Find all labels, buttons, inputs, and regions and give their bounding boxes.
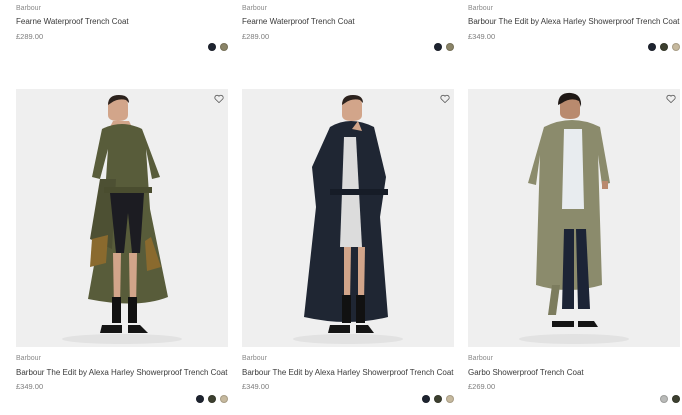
model-in-navy-trench-coat (293, 95, 403, 344)
color-swatches (434, 43, 454, 51)
product-price: £349.00 (242, 382, 270, 391)
product-name[interactable]: Barbour The Edit by Alexa Harley Showerp… (16, 367, 228, 379)
color-swatch[interactable] (220, 43, 228, 51)
color-swatch[interactable] (220, 395, 228, 403)
product-name[interactable]: Fearne Waterproof Trench Coat (242, 16, 355, 28)
product-image[interactable] (242, 89, 454, 347)
product-price: £269.00 (468, 382, 496, 391)
product-brand: Barbour (242, 5, 267, 12)
color-swatch[interactable] (208, 43, 216, 51)
model-in-olive-trench-coat (62, 95, 182, 344)
color-swatches (208, 43, 228, 51)
heart-outline-icon[interactable] (214, 94, 224, 104)
product-image[interactable] (468, 89, 680, 347)
product-price: £289.00 (16, 32, 44, 41)
product-name[interactable]: Barbour The Edit by Alexa Harley Showerp… (468, 16, 680, 28)
color-swatch[interactable] (446, 395, 454, 403)
product-brand: Barbour (242, 355, 267, 362)
product-brand: Barbour (468, 5, 493, 12)
color-swatch[interactable] (208, 395, 216, 403)
heart-outline-icon[interactable] (666, 94, 676, 104)
model-in-khaki-trench-coat (519, 92, 629, 344)
color-swatch[interactable] (660, 395, 668, 403)
color-swatch[interactable] (434, 43, 442, 51)
color-swatch[interactable] (196, 395, 204, 403)
product-brand: Barbour (16, 5, 41, 12)
color-swatch[interactable] (446, 43, 454, 51)
product-brand: Barbour (16, 355, 41, 362)
color-swatches (422, 395, 454, 403)
color-swatch[interactable] (660, 43, 668, 51)
color-swatch[interactable] (648, 43, 656, 51)
product-price: £349.00 (16, 382, 44, 391)
color-swatches (660, 395, 680, 403)
color-swatch[interactable] (672, 43, 680, 51)
product-name[interactable]: Garbo Showerproof Trench Coat (468, 367, 584, 379)
product-price: £349.00 (468, 32, 496, 41)
heart-outline-icon[interactable] (440, 94, 450, 104)
color-swatch[interactable] (434, 395, 442, 403)
color-swatches (648, 43, 680, 51)
color-swatch[interactable] (422, 395, 430, 403)
product-name[interactable]: Barbour The Edit by Alexa Harley Showerp… (242, 367, 454, 379)
product-brand: Barbour (468, 355, 493, 362)
color-swatches (196, 395, 228, 403)
product-name[interactable]: Fearne Waterproof Trench Coat (16, 16, 129, 28)
product-image[interactable] (16, 89, 228, 347)
product-price: £289.00 (242, 32, 270, 41)
color-swatch[interactable] (672, 395, 680, 403)
